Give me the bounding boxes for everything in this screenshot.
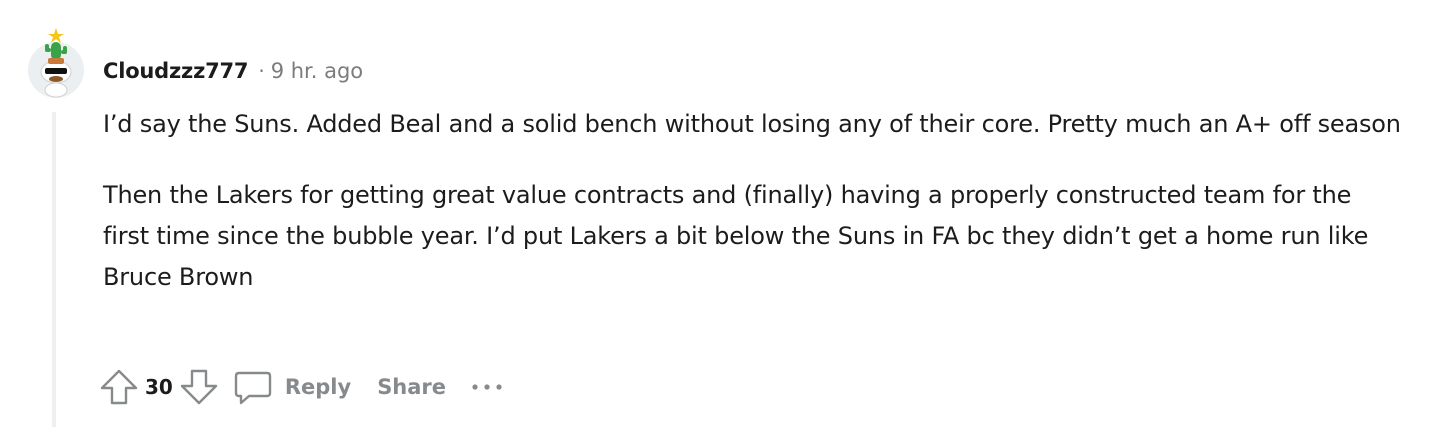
comment-actions: 30 Reply Share bbox=[99, 365, 504, 409]
upvote-arrow-icon bbox=[100, 369, 138, 405]
snoo-avatar-icon bbox=[28, 28, 84, 98]
speech-bubble-icon bbox=[234, 371, 272, 405]
reply-label: Reply bbox=[284, 375, 352, 399]
username-link[interactable]: Cloudzzz777 bbox=[103, 59, 249, 83]
comment-paragraph: Then the Lakers for getting great value … bbox=[103, 181, 1369, 291]
comment-paragraph: I’d say the Suns. Added Beal and a solid… bbox=[103, 110, 1401, 138]
share-button[interactable]: Share bbox=[377, 375, 446, 399]
upvote-button[interactable] bbox=[99, 365, 139, 409]
comment-body: I’d say the Suns. Added Beal and a solid… bbox=[103, 104, 1403, 328]
ellipsis-icon bbox=[472, 384, 502, 390]
comment-meta: Cloudzzz777 · 9 hr. ago bbox=[103, 56, 363, 86]
more-options-button[interactable] bbox=[470, 365, 504, 409]
avatar[interactable] bbox=[26, 24, 86, 98]
vote-score: 30 bbox=[145, 375, 173, 399]
downvote-button[interactable] bbox=[179, 365, 219, 409]
thread-line[interactable] bbox=[52, 112, 56, 427]
reply-button[interactable]: Reply bbox=[233, 367, 351, 407]
downvote-arrow-icon bbox=[180, 369, 218, 405]
timestamp[interactable]: 9 hr. ago bbox=[271, 59, 363, 83]
meta-separator: · bbox=[258, 59, 265, 83]
